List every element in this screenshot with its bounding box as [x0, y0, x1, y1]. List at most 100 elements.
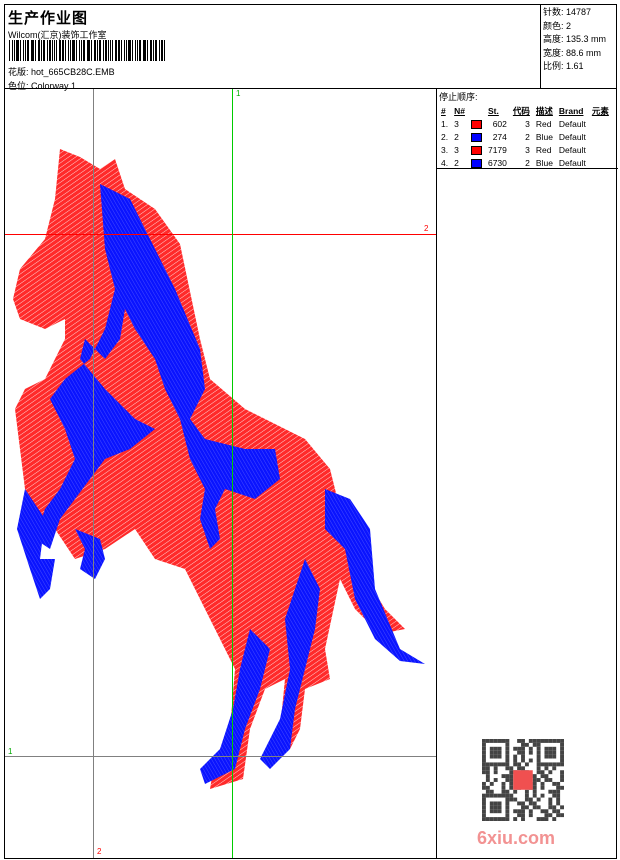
barcode-bar [154, 40, 156, 61]
guide-label-gray-left: 1 [8, 747, 13, 756]
barcode-bar [81, 40, 83, 61]
barcode-bar [98, 40, 100, 61]
barcode-bar [15, 40, 17, 61]
barcode-bar [48, 40, 50, 61]
barcode-bar [88, 40, 90, 61]
barcode-bar [56, 40, 58, 61]
barcode-bar [30, 40, 32, 61]
barcode-bar [59, 40, 61, 61]
header: 生产作业图 Wilcom(汇京)装饰工作室 花版: hot_665CB28C.E… [4, 4, 617, 91]
design-value: hot_665CB28C.EMB [31, 67, 115, 77]
barcode-bar [119, 40, 120, 61]
row-element [589, 143, 612, 156]
barcode-bar [126, 40, 127, 61]
color-swatch [468, 117, 485, 130]
barcode-bar [146, 40, 149, 61]
barcode-bar [160, 40, 162, 61]
row-code: 3 [525, 118, 530, 129]
barcode-bar [17, 40, 19, 61]
col-desc: 描述 [535, 105, 553, 116]
row-st: 7179 [487, 144, 507, 155]
barcode-bar [12, 40, 14, 61]
barcode-bar [121, 40, 123, 61]
barcode-bar [129, 40, 131, 61]
row-brand: Default [558, 118, 586, 129]
barcode-bar [27, 40, 29, 61]
barcode-bar [124, 40, 126, 61]
qr-logo [513, 770, 533, 790]
barcode-bar [162, 40, 163, 61]
guide-red-horizontal[interactable] [5, 234, 436, 235]
design-label: 花版: [8, 67, 29, 77]
table-row[interactable]: 2. 2 274 2 Blue Default [438, 130, 612, 143]
design-scale: 比例: 1.61 [543, 61, 584, 71]
col-brand: Brand [558, 105, 584, 116]
col-index: # [441, 105, 446, 116]
design-width: 宽度: 88.6 mm [543, 47, 602, 58]
barcode-bar [117, 40, 119, 61]
row-st: 274 [492, 131, 507, 142]
barcode-bar [152, 40, 154, 61]
table-row[interactable]: 3. 3 7179 3 Red Default [438, 143, 612, 156]
col-n: N# [454, 105, 465, 116]
row-brand: Default [558, 144, 586, 155]
row-index: 2. [441, 131, 449, 142]
row-n: 3 [454, 118, 459, 129]
guide-gray-horizontal [5, 756, 436, 757]
barcode-bar [109, 40, 111, 61]
barcode-bar [115, 40, 117, 61]
barcode-bar [144, 40, 146, 61]
page-title: 生产作业图 [8, 10, 89, 27]
barcode-bar [23, 40, 25, 61]
barcode-bar [63, 40, 64, 61]
row-index: 3. [441, 144, 449, 155]
color-count: 颜色: 2 [543, 20, 572, 31]
barcode-bar [44, 40, 45, 61]
barcode-bar [131, 40, 134, 61]
barcode-bar [42, 40, 44, 61]
barcode-bar [61, 40, 63, 61]
col-code: 代码 [512, 105, 530, 116]
design-file: 花版: hot_665CB28C.EMB [8, 65, 115, 78]
barcode-bar [25, 40, 27, 61]
barcode-bar [150, 40, 152, 61]
barcode-bar [163, 40, 165, 61]
row-st: 602 [492, 118, 507, 129]
barcode-bar [142, 40, 144, 61]
barcode-bar [14, 40, 15, 61]
barcode-bar [51, 40, 53, 61]
barcode-bar [75, 40, 78, 61]
table-row[interactable]: 1. 3 602 3 Red Default [438, 117, 612, 130]
barcode-bar [50, 40, 51, 61]
row-desc: Red [535, 144, 552, 155]
row-desc: Red [535, 118, 552, 129]
row-n: 3 [454, 144, 459, 155]
barcode-bar [137, 40, 139, 61]
guide-label-green: 1 [236, 89, 241, 98]
row-brand: Default [558, 131, 586, 142]
barcode-bar [86, 40, 88, 61]
stop-sequence-title: 停止顺序: [439, 92, 478, 102]
guide-green-vertical[interactable] [232, 89, 233, 858]
barcode-bar [68, 40, 70, 61]
guide-label-red: 2 [424, 224, 429, 233]
barcode-bar [90, 40, 93, 61]
row-element [589, 117, 612, 130]
barcode-bar [73, 40, 75, 61]
barcode-bar [112, 40, 114, 61]
row-index: 1. [441, 118, 449, 129]
barcode-bar [104, 40, 106, 61]
panel-divider [437, 168, 618, 169]
stop-sequence-table: # N# St. 代码 描述 Brand 元素 1. 3 602 3 Red D… [438, 104, 612, 169]
barcode-bar [53, 40, 55, 61]
barcode-bar [34, 40, 37, 61]
row-code: 2 [525, 131, 530, 142]
barcode-bar [71, 40, 73, 61]
barcode-bar [100, 40, 101, 61]
barcode [9, 40, 166, 61]
col-element: 元素 [591, 105, 609, 116]
qr-code [482, 739, 564, 821]
design-preview: 1 2 1 2 [5, 89, 436, 858]
col-swatch [468, 104, 485, 117]
barcode-bar [96, 40, 98, 61]
